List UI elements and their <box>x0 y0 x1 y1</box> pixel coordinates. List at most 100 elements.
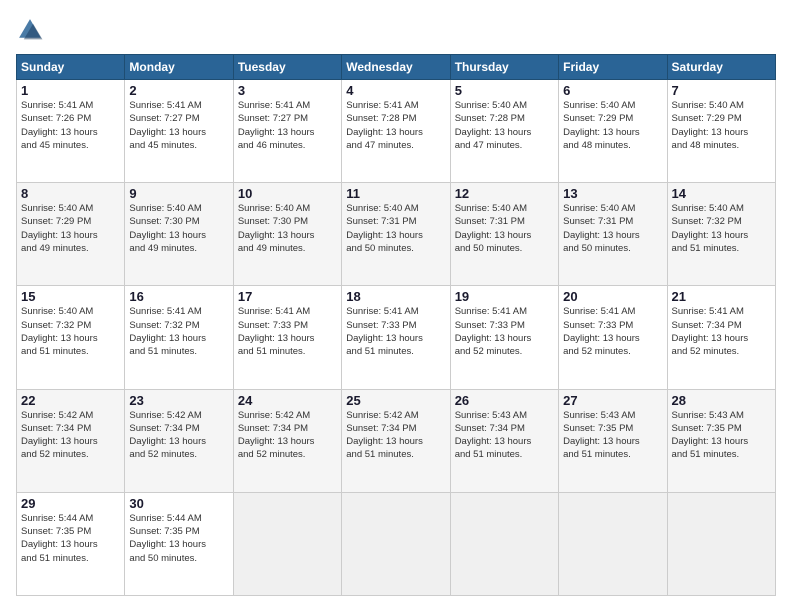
day-number: 1 <box>21 83 120 98</box>
day-info: Sunrise: 5:40 AM Sunset: 7:32 PM Dayligh… <box>21 305 120 358</box>
calendar-cell: 20Sunrise: 5:41 AM Sunset: 7:33 PM Dayli… <box>559 286 667 389</box>
calendar-cell: 16Sunrise: 5:41 AM Sunset: 7:32 PM Dayli… <box>125 286 233 389</box>
day-number: 23 <box>129 393 228 408</box>
day-number: 11 <box>346 186 445 201</box>
day-number: 6 <box>563 83 662 98</box>
calendar-cell <box>233 492 341 595</box>
day-number: 9 <box>129 186 228 201</box>
calendar-week-3: 15Sunrise: 5:40 AM Sunset: 7:32 PM Dayli… <box>17 286 776 389</box>
day-info: Sunrise: 5:40 AM Sunset: 7:31 PM Dayligh… <box>346 202 445 255</box>
calendar-cell: 29Sunrise: 5:44 AM Sunset: 7:35 PM Dayli… <box>17 492 125 595</box>
calendar-cell: 3Sunrise: 5:41 AM Sunset: 7:27 PM Daylig… <box>233 80 341 183</box>
day-number: 13 <box>563 186 662 201</box>
day-info: Sunrise: 5:42 AM Sunset: 7:34 PM Dayligh… <box>129 409 228 462</box>
day-info: Sunrise: 5:40 AM Sunset: 7:32 PM Dayligh… <box>672 202 771 255</box>
day-number: 19 <box>455 289 554 304</box>
calendar-cell: 22Sunrise: 5:42 AM Sunset: 7:34 PM Dayli… <box>17 389 125 492</box>
day-number: 2 <box>129 83 228 98</box>
day-info: Sunrise: 5:41 AM Sunset: 7:34 PM Dayligh… <box>672 305 771 358</box>
day-header-wednesday: Wednesday <box>342 55 450 80</box>
day-header-friday: Friday <box>559 55 667 80</box>
calendar-cell: 26Sunrise: 5:43 AM Sunset: 7:34 PM Dayli… <box>450 389 558 492</box>
calendar-cell: 15Sunrise: 5:40 AM Sunset: 7:32 PM Dayli… <box>17 286 125 389</box>
calendar-cell <box>667 492 775 595</box>
day-number: 26 <box>455 393 554 408</box>
day-info: Sunrise: 5:44 AM Sunset: 7:35 PM Dayligh… <box>21 512 120 565</box>
day-info: Sunrise: 5:43 AM Sunset: 7:34 PM Dayligh… <box>455 409 554 462</box>
day-number: 27 <box>563 393 662 408</box>
calendar-cell: 21Sunrise: 5:41 AM Sunset: 7:34 PM Dayli… <box>667 286 775 389</box>
calendar-cell: 12Sunrise: 5:40 AM Sunset: 7:31 PM Dayli… <box>450 183 558 286</box>
day-header-tuesday: Tuesday <box>233 55 341 80</box>
day-info: Sunrise: 5:42 AM Sunset: 7:34 PM Dayligh… <box>21 409 120 462</box>
day-number: 15 <box>21 289 120 304</box>
day-number: 8 <box>21 186 120 201</box>
calendar-week-5: 29Sunrise: 5:44 AM Sunset: 7:35 PM Dayli… <box>17 492 776 595</box>
calendar-cell <box>342 492 450 595</box>
day-number: 28 <box>672 393 771 408</box>
day-info: Sunrise: 5:40 AM Sunset: 7:29 PM Dayligh… <box>672 99 771 152</box>
day-number: 12 <box>455 186 554 201</box>
day-info: Sunrise: 5:44 AM Sunset: 7:35 PM Dayligh… <box>129 512 228 565</box>
calendar-cell: 24Sunrise: 5:42 AM Sunset: 7:34 PM Dayli… <box>233 389 341 492</box>
day-number: 4 <box>346 83 445 98</box>
day-info: Sunrise: 5:42 AM Sunset: 7:34 PM Dayligh… <box>346 409 445 462</box>
day-number: 7 <box>672 83 771 98</box>
day-number: 16 <box>129 289 228 304</box>
calendar-table: SundayMondayTuesdayWednesdayThursdayFrid… <box>16 54 776 596</box>
day-number: 29 <box>21 496 120 511</box>
day-info: Sunrise: 5:40 AM Sunset: 7:31 PM Dayligh… <box>455 202 554 255</box>
day-info: Sunrise: 5:40 AM Sunset: 7:30 PM Dayligh… <box>129 202 228 255</box>
calendar-cell: 8Sunrise: 5:40 AM Sunset: 7:29 PM Daylig… <box>17 183 125 286</box>
calendar-header: SundayMondayTuesdayWednesdayThursdayFrid… <box>17 55 776 80</box>
day-header-sunday: Sunday <box>17 55 125 80</box>
calendar-cell: 11Sunrise: 5:40 AM Sunset: 7:31 PM Dayli… <box>342 183 450 286</box>
calendar-cell: 13Sunrise: 5:40 AM Sunset: 7:31 PM Dayli… <box>559 183 667 286</box>
calendar-cell: 19Sunrise: 5:41 AM Sunset: 7:33 PM Dayli… <box>450 286 558 389</box>
header <box>16 16 776 44</box>
day-info: Sunrise: 5:41 AM Sunset: 7:27 PM Dayligh… <box>129 99 228 152</box>
day-info: Sunrise: 5:42 AM Sunset: 7:34 PM Dayligh… <box>238 409 337 462</box>
day-info: Sunrise: 5:40 AM Sunset: 7:31 PM Dayligh… <box>563 202 662 255</box>
day-info: Sunrise: 5:40 AM Sunset: 7:28 PM Dayligh… <box>455 99 554 152</box>
day-header-monday: Monday <box>125 55 233 80</box>
calendar-week-4: 22Sunrise: 5:42 AM Sunset: 7:34 PM Dayli… <box>17 389 776 492</box>
logo-icon <box>16 16 44 44</box>
day-info: Sunrise: 5:43 AM Sunset: 7:35 PM Dayligh… <box>672 409 771 462</box>
day-number: 14 <box>672 186 771 201</box>
day-header-saturday: Saturday <box>667 55 775 80</box>
calendar-cell <box>559 492 667 595</box>
day-number: 30 <box>129 496 228 511</box>
day-number: 10 <box>238 186 337 201</box>
day-number: 24 <box>238 393 337 408</box>
day-info: Sunrise: 5:40 AM Sunset: 7:29 PM Dayligh… <box>563 99 662 152</box>
calendar-week-1: 1Sunrise: 5:41 AM Sunset: 7:26 PM Daylig… <box>17 80 776 183</box>
calendar-cell: 4Sunrise: 5:41 AM Sunset: 7:28 PM Daylig… <box>342 80 450 183</box>
calendar-cell: 1Sunrise: 5:41 AM Sunset: 7:26 PM Daylig… <box>17 80 125 183</box>
calendar-cell: 5Sunrise: 5:40 AM Sunset: 7:28 PM Daylig… <box>450 80 558 183</box>
day-info: Sunrise: 5:41 AM Sunset: 7:33 PM Dayligh… <box>238 305 337 358</box>
day-info: Sunrise: 5:40 AM Sunset: 7:30 PM Dayligh… <box>238 202 337 255</box>
day-info: Sunrise: 5:43 AM Sunset: 7:35 PM Dayligh… <box>563 409 662 462</box>
day-number: 3 <box>238 83 337 98</box>
day-number: 25 <box>346 393 445 408</box>
calendar-cell: 17Sunrise: 5:41 AM Sunset: 7:33 PM Dayli… <box>233 286 341 389</box>
calendar-cell: 30Sunrise: 5:44 AM Sunset: 7:35 PM Dayli… <box>125 492 233 595</box>
calendar-cell <box>450 492 558 595</box>
day-info: Sunrise: 5:41 AM Sunset: 7:33 PM Dayligh… <box>563 305 662 358</box>
day-number: 5 <box>455 83 554 98</box>
calendar-cell: 23Sunrise: 5:42 AM Sunset: 7:34 PM Dayli… <box>125 389 233 492</box>
day-info: Sunrise: 5:40 AM Sunset: 7:29 PM Dayligh… <box>21 202 120 255</box>
calendar-cell: 9Sunrise: 5:40 AM Sunset: 7:30 PM Daylig… <box>125 183 233 286</box>
calendar-cell: 7Sunrise: 5:40 AM Sunset: 7:29 PM Daylig… <box>667 80 775 183</box>
day-number: 21 <box>672 289 771 304</box>
day-info: Sunrise: 5:41 AM Sunset: 7:32 PM Dayligh… <box>129 305 228 358</box>
day-number: 17 <box>238 289 337 304</box>
day-number: 20 <box>563 289 662 304</box>
calendar-cell: 28Sunrise: 5:43 AM Sunset: 7:35 PM Dayli… <box>667 389 775 492</box>
day-info: Sunrise: 5:41 AM Sunset: 7:33 PM Dayligh… <box>346 305 445 358</box>
calendar-cell: 6Sunrise: 5:40 AM Sunset: 7:29 PM Daylig… <box>559 80 667 183</box>
day-info: Sunrise: 5:41 AM Sunset: 7:26 PM Dayligh… <box>21 99 120 152</box>
page: SundayMondayTuesdayWednesdayThursdayFrid… <box>0 0 792 612</box>
day-header-thursday: Thursday <box>450 55 558 80</box>
